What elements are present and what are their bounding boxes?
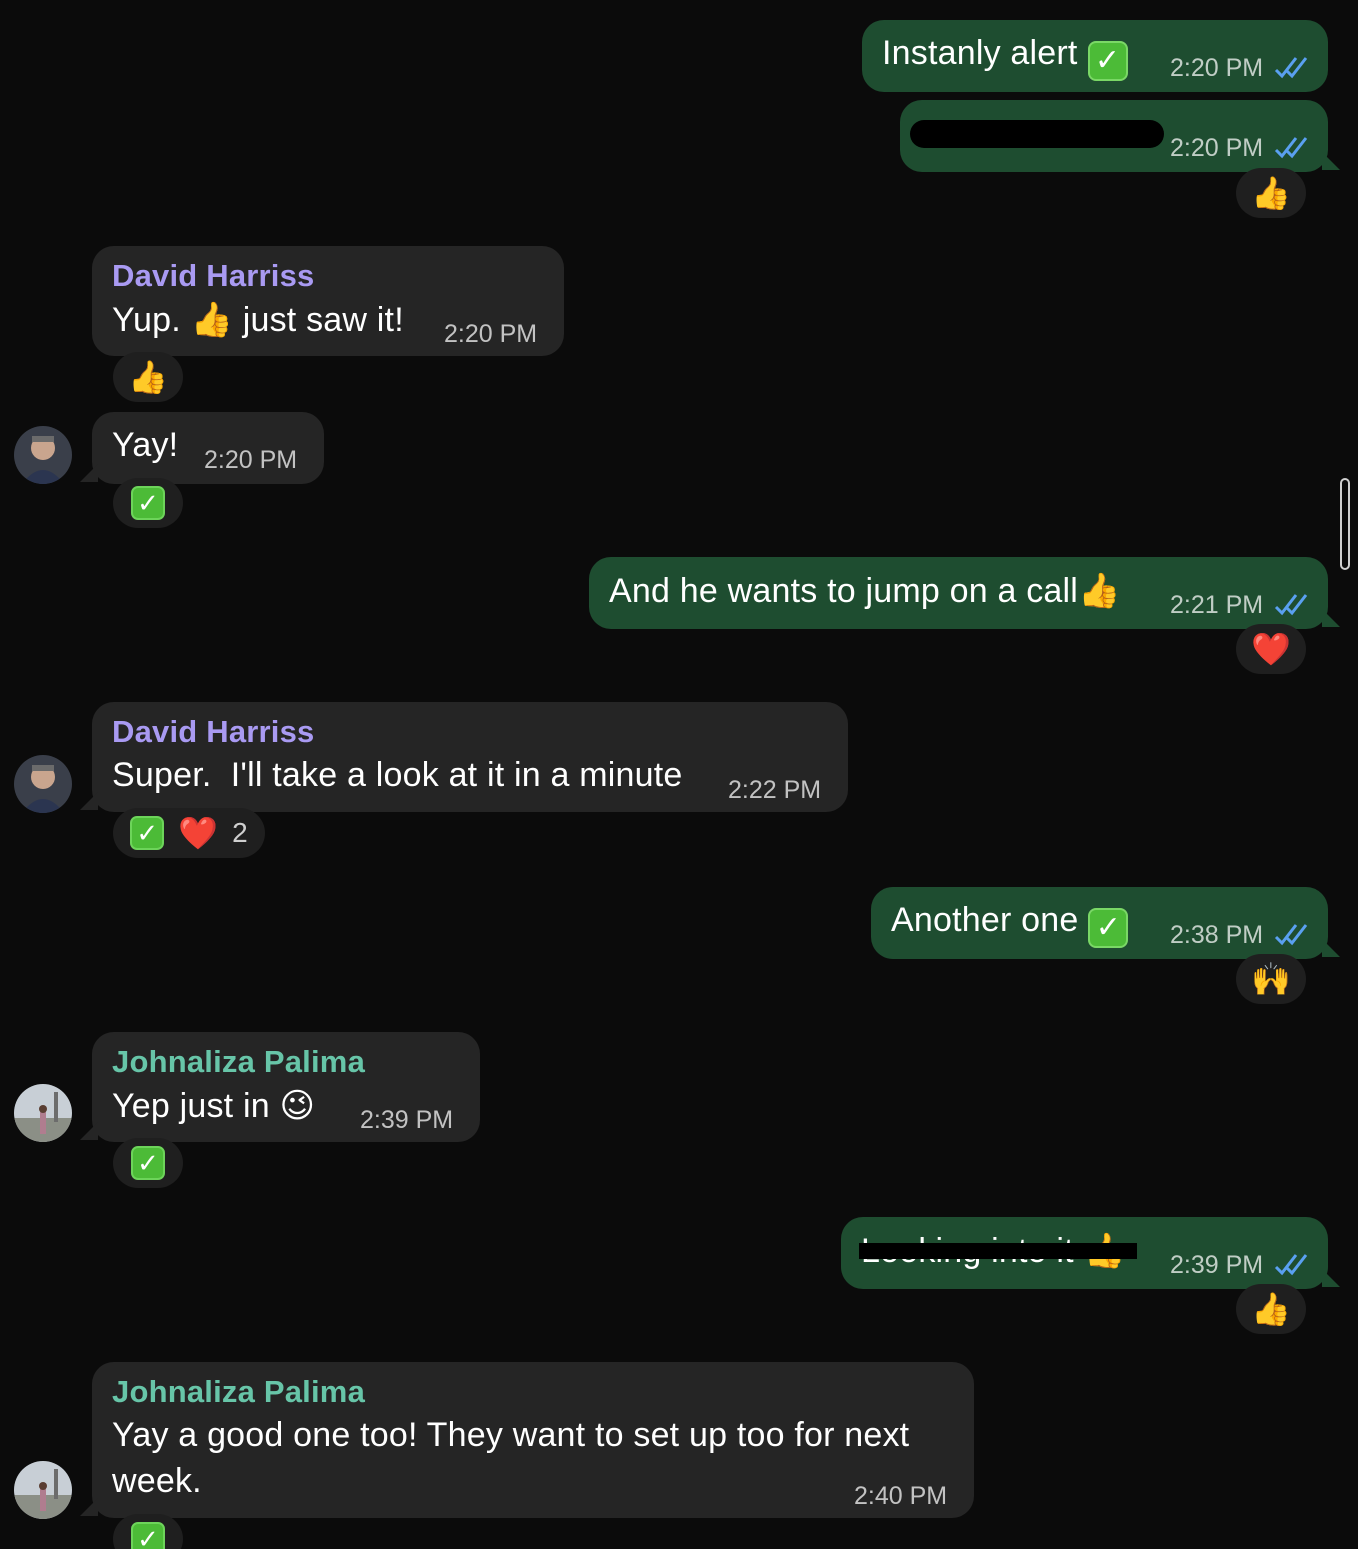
winking-face-icon: 😉 bbox=[279, 1087, 316, 1125]
message-text-line-1: Yay a good one too! They want to set up … bbox=[112, 1416, 910, 1454]
message-bubble-outgoing[interactable]: Looking into it 👍 2:39 PM bbox=[841, 1217, 1328, 1289]
reaction-badge[interactable]: ✓ bbox=[113, 478, 183, 528]
bubble-tail bbox=[1322, 939, 1340, 957]
scrollbar-thumb[interactable] bbox=[1340, 478, 1350, 570]
message-bubble-outgoing[interactable]: 2:20 PM bbox=[900, 100, 1328, 172]
read-receipt-icon bbox=[1274, 1254, 1308, 1276]
sender-name: Johnaliza Palima bbox=[112, 1374, 366, 1409]
message-bubble-incoming[interactable]: David Harriss Yup. 👍 just saw it! 2:20 P… bbox=[92, 246, 564, 356]
message-time: 2:20 PM bbox=[444, 320, 538, 348]
message-bubble-outgoing[interactable]: Another one ✓ 2:38 PM bbox=[871, 887, 1328, 959]
reaction-count: 2 bbox=[232, 817, 248, 848]
message-bubble-outgoing[interactable]: And he wants to jump on a call👍 2:21 PM bbox=[589, 557, 1328, 629]
check-mark-button-icon: ✓ bbox=[131, 1146, 165, 1180]
reaction-badge[interactable]: 🙌 bbox=[1236, 954, 1306, 1004]
check-mark-button-icon: ✓ bbox=[131, 486, 165, 520]
reaction-badge[interactable]: 👍 bbox=[1236, 168, 1306, 218]
bubble-tail bbox=[80, 792, 98, 810]
message-time: 2:20 PM bbox=[1170, 134, 1264, 162]
bubble-tail bbox=[1322, 1269, 1340, 1287]
avatar-johnaliza-palima[interactable] bbox=[14, 1461, 72, 1519]
message-time: 2:20 PM bbox=[204, 446, 298, 474]
message-text-line-2: week. bbox=[112, 1462, 202, 1500]
message-text: Super. I'll take a look at it in a minut… bbox=[112, 756, 683, 794]
message-text: Instanly alert ✓ bbox=[882, 34, 1128, 81]
chat-thread: Instanly alert ✓ 2:20 PM 2:20 PM 👍 David … bbox=[0, 0, 1358, 1549]
sender-name: Johnaliza Palima bbox=[112, 1044, 366, 1079]
message-bubble-outgoing[interactable]: Instanly alert ✓ 2:20 PM bbox=[862, 20, 1328, 92]
reaction-badge[interactable]: 👍 bbox=[113, 352, 183, 402]
avatar-david-harriss[interactable] bbox=[14, 426, 72, 484]
check-mark-button-icon: ✓ bbox=[1087, 40, 1128, 81]
sender-name: David Harriss bbox=[112, 714, 315, 749]
thumbs-up-icon: 👍 bbox=[128, 359, 168, 395]
reaction-badge[interactable]: ❤️ bbox=[1236, 624, 1306, 674]
message-text: Yay! bbox=[112, 426, 179, 464]
bubble-tail bbox=[1322, 609, 1340, 627]
raising-hands-icon: 🙌 bbox=[1251, 961, 1291, 997]
read-receipt-icon bbox=[1274, 924, 1308, 946]
avatar-johnaliza-palima[interactable] bbox=[14, 1084, 72, 1142]
message-time: 2:20 PM bbox=[1170, 54, 1264, 82]
message-text: Another one ✓ bbox=[891, 901, 1129, 948]
thumbs-up-icon: 👍 bbox=[1078, 572, 1121, 610]
message-bubble-incoming[interactable]: Johnaliza Palima Yay a good one too! The… bbox=[92, 1362, 974, 1518]
read-receipt-icon bbox=[1274, 137, 1308, 159]
message-text: And he wants to jump on a call👍 bbox=[609, 572, 1121, 610]
message-bubble-incoming[interactable]: David Harriss Super. I'll take a look at… bbox=[92, 702, 848, 812]
message-bubble-incoming[interactable]: Yay! 2:20 PM bbox=[92, 412, 324, 484]
sender-name: David Harriss bbox=[112, 258, 315, 293]
avatar-david-harriss[interactable] bbox=[14, 755, 72, 813]
check-mark-button-icon: ✓ bbox=[130, 816, 165, 850]
read-receipt-icon bbox=[1274, 594, 1308, 616]
thumbs-up-icon: 👍 bbox=[1251, 175, 1291, 211]
bubble-tail bbox=[80, 464, 98, 482]
message-text: Yup. 👍 just saw it! bbox=[112, 301, 404, 339]
heart-icon: ❤️ bbox=[1251, 631, 1291, 667]
message-time: 2:21 PM bbox=[1170, 591, 1264, 619]
bubble-tail bbox=[1322, 152, 1340, 170]
thumbs-up-icon: 👍 bbox=[190, 301, 234, 339]
reaction-badge[interactable]: ✓ ❤️ 2 bbox=[113, 808, 265, 858]
message-time: 2:22 PM bbox=[728, 776, 822, 804]
message-text: Yep just in 😉 bbox=[112, 1087, 316, 1125]
message-time: 2:39 PM bbox=[360, 1106, 454, 1134]
redaction-mark bbox=[910, 120, 1164, 148]
check-mark-button-icon: ✓ bbox=[131, 1522, 165, 1549]
redaction-mark bbox=[859, 1243, 1137, 1259]
reaction-badge[interactable]: ✓ bbox=[113, 1514, 183, 1549]
check-mark-button-icon: ✓ bbox=[1088, 907, 1129, 948]
message-time: 2:39 PM bbox=[1170, 1251, 1264, 1279]
read-receipt-icon bbox=[1274, 57, 1308, 79]
message-time: 2:40 PM bbox=[854, 1482, 948, 1510]
reaction-badge[interactable]: 👍 bbox=[1236, 1284, 1306, 1334]
heart-icon: ❤️ bbox=[178, 815, 219, 851]
message-bubble-incoming[interactable]: Johnaliza Palima Yep just in 😉 2:39 PM bbox=[92, 1032, 480, 1142]
thumbs-up-icon: 👍 bbox=[1251, 1291, 1291, 1327]
reaction-badge[interactable]: ✓ bbox=[113, 1138, 183, 1188]
message-time: 2:38 PM bbox=[1170, 921, 1264, 949]
